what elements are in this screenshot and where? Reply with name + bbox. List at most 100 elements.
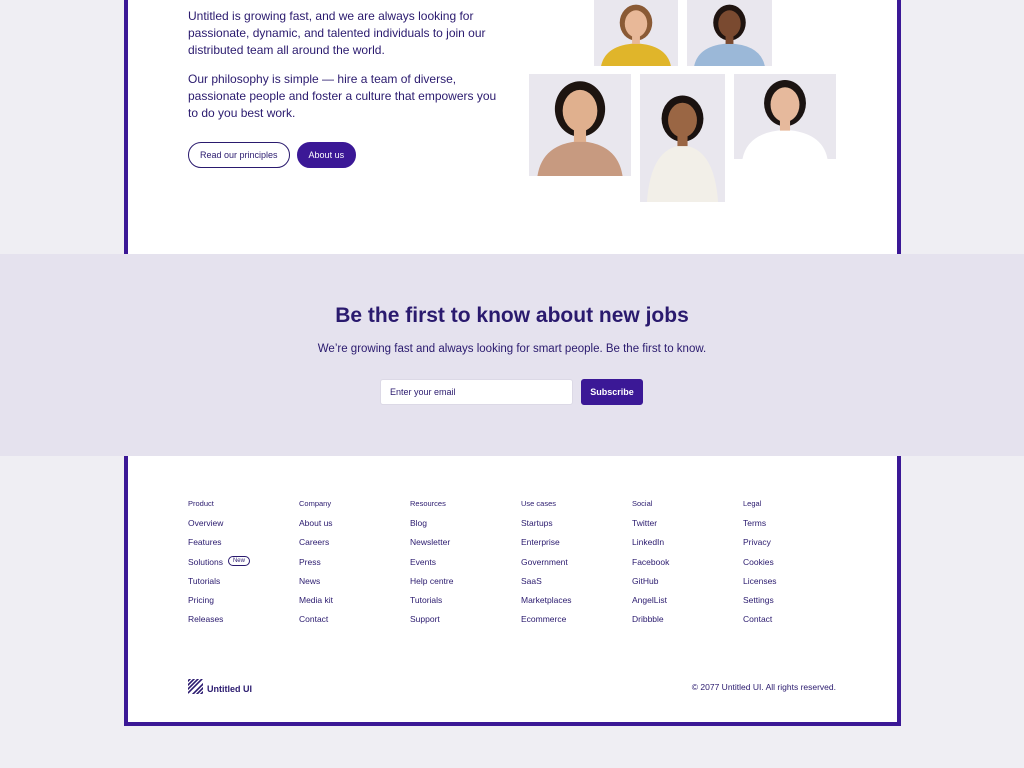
footer-link-label: GitHub: [632, 575, 659, 586]
newsletter-subtitle: We’re growing fast and always looking fo…: [317, 343, 707, 355]
hero-paragraph-2: Our philosophy is simple — hire a team o…: [188, 72, 497, 120]
footer-link-label: SaaS: [521, 575, 542, 586]
footer-column-use-cases: Use cases Startups Enterprise Government Saa…: [521, 499, 632, 634]
footer-link-linkedin[interactable]: LinkedIn: [632, 537, 743, 556]
hero-paragraph-1: Untitled is growing fast, and we are alw…: [188, 9, 486, 57]
footer-link-marketplaces[interactable]: Marketplaces: [521, 595, 632, 614]
footer-link-label: Overview: [188, 518, 224, 528]
striped-logo-icon: [188, 679, 203, 699]
footer-link-label: Newsletter: [410, 537, 451, 548]
footer-column-heading: Resources: [410, 499, 446, 508]
footer-column-resources: Resources Blog Newsletter Events Help centre…: [410, 499, 521, 634]
brand-name: Untitled UI: [207, 684, 252, 694]
footer-link-news[interactable]: News: [299, 576, 410, 595]
footer-link-label: News: [299, 575, 321, 586]
footer-column-company: Company About us Careers Press News Media kit…: [299, 499, 410, 634]
footer-link-blog[interactable]: Blog: [410, 518, 521, 537]
footer-link-label: About us: [299, 518, 333, 528]
footer-column-heading: Social: [632, 499, 653, 508]
person-photo-icon: [640, 74, 725, 202]
newsletter-section: Be the first to know about new jobs We’r…: [0, 254, 1024, 456]
email-input[interactable]: [380, 379, 573, 405]
footer-link-github[interactable]: GitHub: [632, 576, 743, 595]
footer-link-releases[interactable]: Releases: [188, 614, 299, 633]
footer-link-label: Features: [188, 537, 222, 548]
footer-link-label: Settings: [743, 595, 774, 606]
footer-link-ecommerce[interactable]: Ecommerce: [521, 614, 632, 633]
footer-column-product: Product Overview Features Solutions New Tutor…: [188, 499, 299, 634]
footer-column-heading: Product: [188, 499, 214, 508]
footer-link-cookies[interactable]: Cookies: [743, 557, 854, 576]
footer-link-label: Licenses: [743, 575, 777, 586]
footer-link-pricing[interactable]: Pricing: [188, 595, 299, 614]
footer-link-features[interactable]: Features: [188, 537, 299, 556]
footer-link-contact[interactable]: Contact: [743, 614, 854, 633]
footer-column-heading: Use cases: [521, 499, 557, 508]
team-photo-4: [640, 74, 725, 202]
footer-link-help-centre[interactable]: Help centre: [410, 576, 521, 595]
footer-link-label: Facebook: [632, 556, 670, 567]
footer-link-label: Contact: [299, 614, 329, 625]
footer-link-tutorials[interactable]: Tutorials: [188, 576, 299, 595]
footer-link-terms[interactable]: Terms: [743, 518, 854, 537]
footer-link-label: Solutions: [188, 556, 223, 567]
footer-link-label: Support: [410, 614, 440, 625]
person-photo-icon: [529, 74, 631, 176]
footer-link-label: Ecommerce: [521, 614, 567, 625]
footer-link-overview[interactable]: Overview: [188, 518, 299, 537]
footer-link-dribbble[interactable]: Dribbble: [632, 614, 743, 633]
footer-link-label: Releases: [188, 614, 224, 625]
team-photo-3: [529, 74, 631, 176]
hero-text: Untitled is growing fast, and we are alw…: [188, 8, 508, 134]
footer-link-privacy[interactable]: Privacy: [743, 537, 854, 556]
footer-link-label: Media kit: [299, 595, 334, 606]
footer-link-enterprise[interactable]: Enterprise: [521, 537, 632, 556]
footer-link-saas[interactable]: SaaS: [521, 576, 632, 595]
hero-buttons: Read our principles About us: [188, 142, 357, 168]
footer-link-label: Blog: [410, 518, 428, 528]
footer-link-about-us[interactable]: About us: [299, 518, 410, 537]
footer-link-label: AngelList: [632, 595, 667, 606]
footer-column-heading: Company: [299, 499, 332, 508]
footer-link-settings[interactable]: Settings: [743, 595, 854, 614]
footer-link-label: Government: [521, 556, 568, 567]
footer-link-label: Contact: [743, 614, 773, 625]
footer-link-government[interactable]: Government: [521, 557, 632, 576]
new-badge: New: [227, 555, 250, 566]
person-photo-icon: [687, 0, 772, 66]
footer-link-label: Tutorials: [188, 575, 221, 586]
footer-link-tutorials[interactable]: Tutorials: [410, 595, 521, 614]
footer-link-newsletter[interactable]: Newsletter: [410, 537, 521, 556]
footer-link-label: Enterprise: [521, 537, 560, 548]
footer-link-media-kit[interactable]: Media kit: [299, 595, 410, 614]
team-photo-2: [687, 0, 772, 66]
footer-column-social: Social Twitter LinkedIn Facebook GitHub Angel…: [632, 499, 743, 634]
footer-link-startups[interactable]: Startups: [521, 518, 632, 537]
footer-link-label: Careers: [299, 537, 330, 548]
footer-link-press[interactable]: Press: [299, 557, 410, 576]
footer-link-angellist[interactable]: AngelList: [632, 595, 743, 614]
subscribe-button[interactable]: Subscribe: [581, 379, 643, 405]
footer-link-label: Dribbble: [632, 614, 664, 625]
footer-brand[interactable]: Untitled UI: [188, 679, 252, 699]
footer-link-label: Press: [299, 556, 321, 567]
footer-link-events[interactable]: Events: [410, 557, 521, 576]
footer-link-twitter[interactable]: Twitter: [632, 518, 743, 537]
person-photo-icon: [594, 0, 678, 66]
read-principles-button[interactable]: Read our principles: [188, 142, 290, 168]
team-photo-5: [734, 74, 836, 159]
newsletter-title: Be the first to know about new jobs: [335, 304, 689, 327]
footer-link-careers[interactable]: Careers: [299, 537, 410, 556]
footer-link-support[interactable]: Support: [410, 614, 521, 633]
footer-link-facebook[interactable]: Facebook: [632, 557, 743, 576]
footer-link-label: Pricing: [188, 595, 214, 606]
copyright: © 2077 Untitled UI. All rights reserved.: [691, 682, 836, 692]
footer-link-contact[interactable]: Contact: [299, 614, 410, 633]
footer-link-label: Events: [410, 556, 436, 567]
footer-column-heading: Legal: [743, 499, 762, 508]
footer-link-label: Marketplaces: [521, 595, 572, 606]
footer-link-licenses[interactable]: Licenses: [743, 576, 854, 595]
footer-link-solutions[interactable]: Solutions New: [188, 555, 299, 576]
footer-link-label: Cookies: [743, 556, 774, 567]
about-us-button[interactable]: About us: [296, 142, 357, 168]
